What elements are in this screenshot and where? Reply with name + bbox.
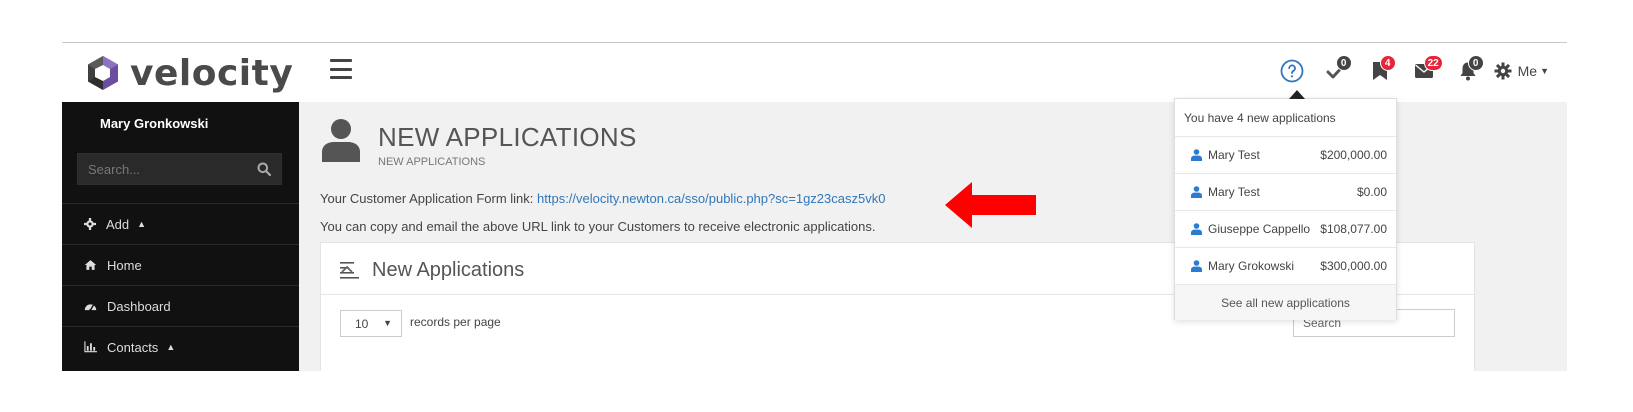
dropdown-header: You have 4 new applications bbox=[1184, 111, 1336, 125]
user-icon bbox=[1191, 223, 1202, 235]
sidebar-item-label: Dashboard bbox=[107, 298, 171, 314]
application-amount: $108,077.00 bbox=[1320, 222, 1387, 236]
velocity-logo-icon bbox=[88, 56, 118, 90]
tasks-badge: 0 bbox=[1335, 55, 1352, 71]
records-per-page-label: records per page bbox=[410, 315, 501, 329]
brand-name: velocity bbox=[130, 52, 294, 94]
page-title: NEW APPLICATIONS bbox=[378, 122, 637, 152]
sidebar-item-label: Contacts bbox=[107, 339, 159, 355]
caret-down-icon: ▼ bbox=[1540, 66, 1549, 76]
user-menu-label: Me bbox=[1517, 63, 1538, 79]
chevron-up-icon[interactable] bbox=[340, 262, 354, 276]
red-arrow-annotation-icon bbox=[945, 182, 1036, 228]
user-icon bbox=[1191, 149, 1202, 161]
form-link-prefix: Your Customer Application Form link: bbox=[320, 191, 538, 206]
copy-hint-text: You can copy and email the above URL lin… bbox=[320, 219, 876, 234]
user-icon bbox=[1191, 186, 1202, 198]
new-applications-dropdown: You have 4 new applications Mary Test $2… bbox=[1174, 98, 1397, 320]
sidebar-item-dashboard[interactable]: Dashboard bbox=[62, 285, 299, 326]
user-menu-button[interactable]: Me ▼ bbox=[1494, 55, 1549, 87]
top-bar: velocity 0 4 22 0 Me ▼ bbox=[62, 43, 1567, 102]
user-icon bbox=[1191, 260, 1202, 272]
chevron-up-icon: ▲ bbox=[166, 342, 176, 352]
dropdown-item[interactable]: Mary Test $0.00 bbox=[1175, 173, 1396, 210]
menu-toggle-icon[interactable] bbox=[330, 59, 352, 79]
applicant-name: Giuseppe Cappello bbox=[1208, 222, 1311, 236]
chart-icon bbox=[84, 341, 97, 353]
page-length-select[interactable]: 10 ▼ bbox=[340, 310, 402, 337]
dropdown-caret-icon: ▼ bbox=[383, 318, 392, 328]
sidebar-item-home[interactable]: Home bbox=[62, 244, 299, 285]
sidebar-search-box bbox=[77, 153, 282, 185]
sidebar-search-input[interactable] bbox=[88, 161, 257, 177]
user-icon bbox=[322, 119, 360, 162]
applications-badge: 4 bbox=[1379, 55, 1396, 71]
application-amount: $200,000.00 bbox=[1320, 148, 1387, 162]
dropdown-item[interactable]: Giuseppe Cappello $108,077.00 bbox=[1175, 210, 1396, 247]
form-link-line: Your Customer Application Form link: htt… bbox=[320, 191, 885, 206]
alerts-button[interactable]: 0 bbox=[1446, 55, 1490, 87]
page-length-value: 10 bbox=[355, 316, 369, 331]
alerts-badge: 0 bbox=[1467, 55, 1484, 71]
brand-logo[interactable]: velocity bbox=[84, 52, 294, 94]
app-window: velocity 0 4 22 0 Me ▼ Mary Gronkowski S… bbox=[62, 42, 1567, 371]
see-all-applications-link[interactable]: See all new applications bbox=[1175, 284, 1396, 320]
application-amount: $0.00 bbox=[1356, 185, 1387, 199]
page-subtitle: NEW APPLICATIONS bbox=[378, 156, 486, 168]
panel-title: New Applications bbox=[372, 259, 525, 281]
sidebar: Mary Gronkowski Add ▲ bbox=[62, 102, 299, 371]
sidebar-user-name: Mary Gronkowski bbox=[100, 116, 209, 131]
dropdown-item[interactable]: Mary Test $200,000.00 bbox=[1175, 136, 1396, 173]
home-icon bbox=[84, 260, 97, 270]
applicant-name: Mary Test bbox=[1208, 148, 1260, 162]
question-circle-icon bbox=[1280, 59, 1304, 83]
tasks-button[interactable]: 0 bbox=[1314, 55, 1358, 87]
help-button[interactable] bbox=[1270, 55, 1314, 87]
dashboard-icon bbox=[84, 304, 97, 312]
cog-icon bbox=[1494, 62, 1512, 80]
messages-badge: 22 bbox=[1423, 55, 1443, 71]
nav-icon-bar: 0 4 22 0 Me ▼ bbox=[1270, 55, 1549, 87]
applicant-name: Mary Grokowski bbox=[1208, 259, 1295, 273]
sidebar-item-label: Home bbox=[107, 257, 142, 273]
dropdown-pointer bbox=[1289, 90, 1305, 99]
dropdown-item[interactable]: Mary Grokowski $300,000.00 bbox=[1175, 247, 1396, 284]
sidebar-item-contacts[interactable]: Contacts ▲ bbox=[62, 326, 299, 367]
applications-button[interactable]: 4 bbox=[1358, 55, 1402, 87]
application-amount: $300,000.00 bbox=[1320, 259, 1387, 273]
search-icon[interactable] bbox=[257, 162, 271, 176]
form-link-url[interactable]: https://velocity.newton.ca/sso/public.ph… bbox=[537, 191, 885, 206]
applicant-name: Mary Test bbox=[1208, 185, 1260, 199]
gear-icon bbox=[84, 218, 96, 230]
sidebar-item-label: Add bbox=[106, 216, 130, 232]
messages-button[interactable]: 22 bbox=[1402, 55, 1446, 87]
sidebar-item-add[interactable]: Add ▲ bbox=[62, 203, 299, 244]
chevron-up-icon: ▲ bbox=[137, 219, 147, 229]
